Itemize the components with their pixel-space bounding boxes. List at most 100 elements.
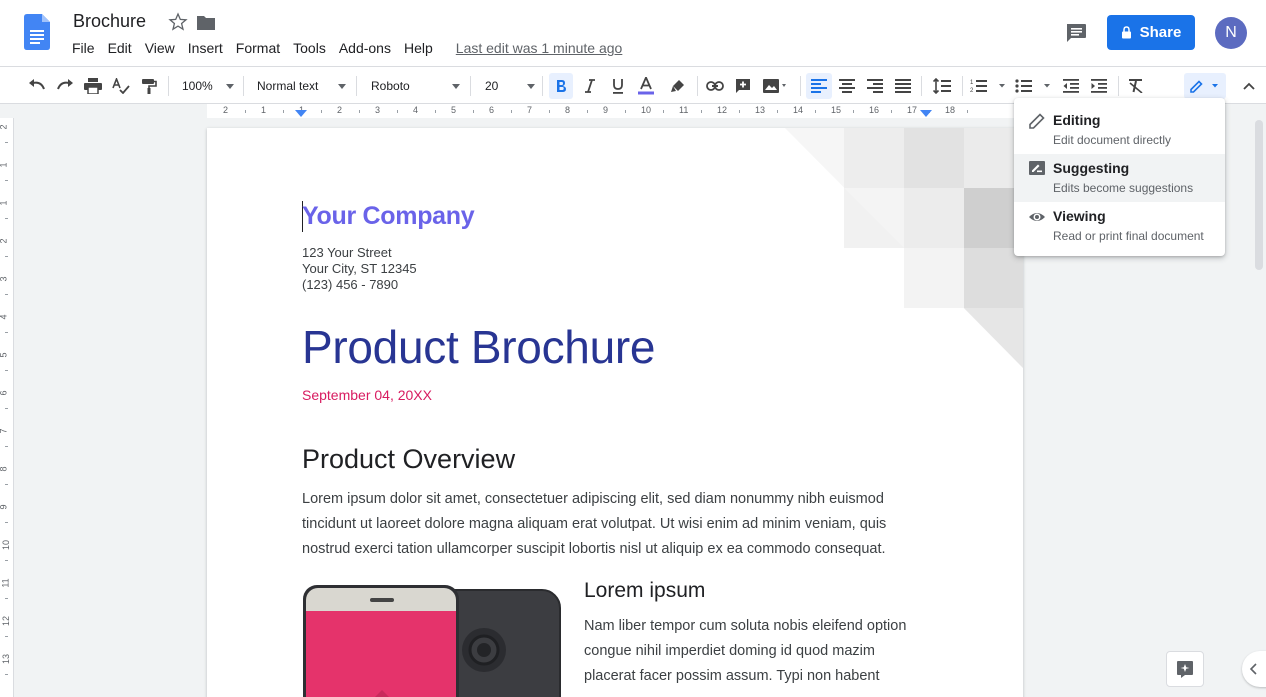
side-panel-toggle[interactable] (1242, 651, 1266, 687)
align-left-button[interactable] (806, 73, 832, 99)
style-select[interactable]: Normal text (257, 73, 346, 99)
menu-tools[interactable]: Tools (293, 40, 326, 56)
redo-button[interactable] (54, 73, 76, 99)
explore-button[interactable] (1166, 651, 1204, 687)
mode-label: Viewing (1053, 208, 1106, 224)
paint-format-icon (142, 79, 157, 94)
right-indent-marker[interactable] (920, 110, 932, 117)
comments-icon[interactable] (1064, 22, 1088, 44)
spellcheck-button[interactable] (110, 73, 132, 99)
ruler-number: 14 (793, 105, 804, 115)
paragraph-line: Nam liber tempor cum soluta nobis eleife… (584, 618, 907, 634)
menu-format[interactable]: Format (236, 40, 280, 56)
menu-edit[interactable]: Edit (108, 40, 132, 56)
text-color-button[interactable] (634, 73, 658, 99)
menu-file[interactable]: File (72, 40, 95, 56)
ruler-number: 9 (0, 504, 9, 509)
ruler-number: 13 (1, 653, 12, 665)
star-icon[interactable] (168, 12, 188, 32)
ruler-tick (663, 110, 664, 113)
ruler-track: 2 1 1 2 3 4 5 6 7 8 9 10 11 12 13 14 15 16 17 18 (207, 104, 1023, 118)
lorem-paragraph[interactable]: Nam liber tempor cum soluta nobis eleife… (584, 614, 944, 689)
lock-icon (1121, 26, 1131, 39)
share-button[interactable]: Share (1107, 15, 1195, 50)
italic-button[interactable] (578, 73, 602, 99)
ruler-tick (891, 110, 892, 113)
highlight-icon (671, 80, 684, 92)
document-title[interactable]: Brochure (73, 11, 146, 32)
ruler-number: 16 (869, 105, 880, 115)
avatar[interactable]: N (1215, 17, 1247, 49)
mode-editing[interactable]: Editing Edit document directly (1014, 106, 1225, 154)
clear-formatting-button[interactable] (1124, 73, 1148, 99)
mode-description: Edit document directly (1053, 133, 1172, 147)
insert-link-button[interactable] (703, 73, 727, 99)
editing-mode-button[interactable] (1184, 73, 1226, 99)
font-select[interactable]: Roboto (371, 73, 460, 99)
last-edit-link[interactable]: Last edit was 1 minute ago (456, 40, 623, 56)
ruler-tick (283, 110, 284, 113)
collapse-toolbar-button[interactable] (1238, 73, 1260, 99)
address-line[interactable]: (123) 456 - 7890 (302, 277, 398, 292)
menu-addons[interactable]: Add-ons (339, 40, 391, 56)
ruler-tick (5, 446, 8, 447)
ruler-number: 5 (451, 105, 457, 115)
line-spacing-icon (933, 78, 951, 94)
zoom-select[interactable]: 100% (182, 73, 234, 99)
line-spacing-button[interactable] (929, 73, 955, 99)
menu-insert[interactable]: Insert (188, 40, 223, 56)
brochure-title[interactable]: Product Brochure (302, 320, 655, 374)
font-size-select[interactable]: 20 (485, 73, 535, 99)
ruler-tick (511, 110, 512, 113)
document-page[interactable]: Your Company 123 Your Street Your City, … (207, 128, 1023, 697)
ruler-number: 11 (679, 105, 689, 115)
justify-button[interactable] (891, 73, 915, 99)
bold-icon (557, 80, 566, 92)
mode-viewing[interactable]: Viewing Read or print final document (1014, 202, 1225, 250)
svg-text:1: 1 (970, 80, 974, 86)
insert-comment-button[interactable] (731, 73, 755, 99)
mode-description: Edits become suggestions (1053, 181, 1194, 195)
explore-icon (1177, 661, 1193, 678)
lorem-heading[interactable]: Lorem ipsum (584, 579, 705, 603)
paint-format-button[interactable] (138, 73, 160, 99)
underline-button[interactable] (606, 73, 630, 99)
vertical-scrollbar[interactable] (1255, 120, 1263, 270)
menu-view[interactable]: View (145, 40, 175, 56)
overview-heading[interactable]: Product Overview (302, 444, 515, 475)
bold-button[interactable] (549, 73, 573, 99)
insert-image-button[interactable] (759, 73, 793, 99)
docs-logo-icon[interactable] (24, 14, 50, 50)
chevron-up-icon (1243, 82, 1255, 90)
company-name[interactable]: Your Company (302, 202, 475, 231)
increase-indent-button[interactable] (1087, 73, 1111, 99)
overview-paragraph[interactable]: Lorem ipsum dolor sit amet, consectetuer… (302, 487, 942, 562)
mode-suggesting[interactable]: Suggesting Edits become suggestions (1014, 154, 1225, 202)
vertical-ruler[interactable]: 2112345678910111213 (0, 118, 14, 697)
paragraph-line: tincidunt ut laoreet dolore magna aliqua… (302, 516, 887, 532)
spellcheck-icon (112, 78, 130, 94)
align-center-button[interactable] (835, 73, 859, 99)
document-date[interactable]: September 04, 20XX (302, 387, 432, 403)
toolbar-divider (542, 76, 543, 96)
ruler-tick (5, 522, 8, 523)
decrease-indent-button[interactable] (1059, 73, 1083, 99)
numbered-list-button[interactable]: 12 (968, 73, 1008, 99)
bulleted-list-button[interactable] (1013, 73, 1053, 99)
print-button[interactable] (82, 73, 104, 99)
align-right-button[interactable] (863, 73, 887, 99)
ruler-tick (5, 332, 8, 333)
toolbar-divider (168, 76, 169, 96)
folder-icon[interactable] (196, 14, 216, 32)
menu-help[interactable]: Help (404, 40, 433, 56)
left-indent-marker[interactable] (295, 110, 307, 117)
phone-illustration[interactable] (302, 584, 562, 697)
highlight-button[interactable] (666, 73, 690, 99)
address-line[interactable]: 123 Your Street (302, 245, 392, 260)
ruler-tick (5, 636, 8, 637)
ruler-tick (321, 110, 322, 113)
ruler-tick (245, 110, 246, 113)
undo-button[interactable] (26, 73, 48, 99)
font-size-value: 20 (485, 79, 499, 93)
address-line[interactable]: Your City, ST 12345 (302, 261, 417, 276)
